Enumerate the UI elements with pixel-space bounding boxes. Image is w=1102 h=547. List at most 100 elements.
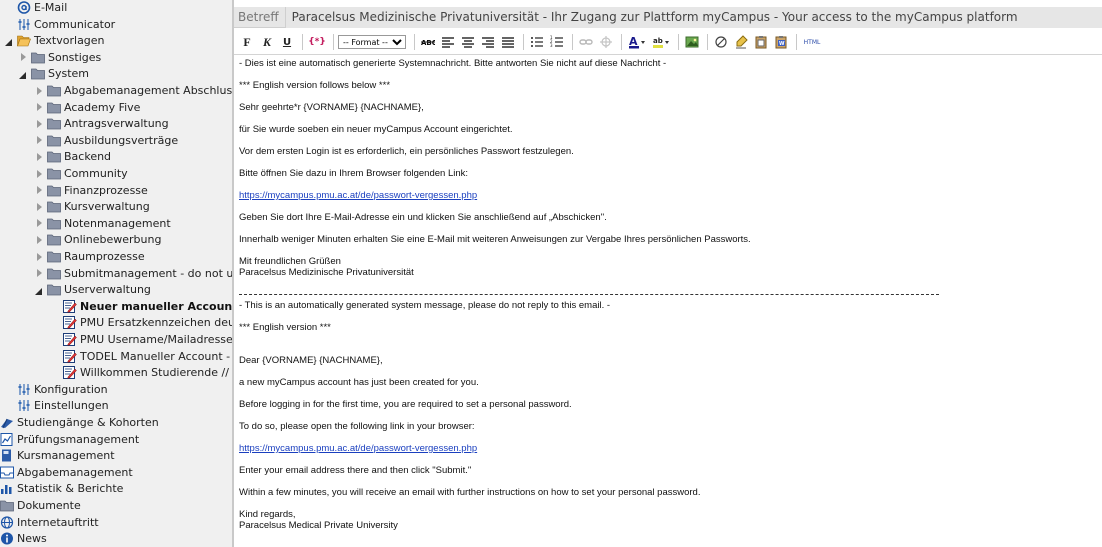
subject-input[interactable] [285, 6, 1102, 28]
sidebar-item[interactable]: Communicator [4, 16, 115, 33]
expand-toggle-icon[interactable] [34, 102, 44, 112]
sidebar-item[interactable]: PMU Username/Mailadresse v [50, 331, 233, 348]
sidebar-item[interactable]: Submitmanagement - do not use [34, 265, 233, 282]
sidebar-item-label: Kursverwaltung [64, 200, 150, 214]
expand-toggle-icon[interactable] [34, 252, 44, 262]
sidebar-item[interactable]: TODEL Manueller Account - m [50, 348, 233, 365]
sidebar-item[interactable]: Community [34, 165, 128, 182]
password-reset-link-de[interactable]: https://mycampus.pmu.ac.at/de/passwort-v… [239, 190, 477, 201]
expand-toggle-icon[interactable] [34, 268, 44, 278]
insert-image-icon[interactable] [683, 33, 701, 51]
sidebar-item[interactable]: Userverwaltung [34, 281, 151, 298]
sidebar-item[interactable]: System [18, 65, 89, 82]
align-left-icon[interactable] [439, 33, 457, 51]
svg-text:3: 3 [550, 43, 553, 48]
align-right-icon[interactable] [479, 33, 497, 51]
collapse-toggle-icon[interactable] [34, 285, 44, 295]
strikethrough-icon[interactable]: ABC [419, 33, 437, 51]
folder-open-icon [17, 34, 31, 47]
sidebar-item[interactable]: Internetauftritt [0, 514, 99, 531]
html-source-button[interactable]: HTML [801, 33, 823, 51]
at-icon [17, 1, 31, 14]
editor-line: *** English version follows below *** [239, 80, 391, 91]
folder-icon [47, 167, 61, 180]
collapse-toggle-icon[interactable] [4, 36, 14, 46]
paste-word-icon[interactable]: W [772, 33, 790, 51]
format-select[interactable]: -- Format -- [338, 35, 406, 49]
sidebar-item[interactable]: Notenmanagement [34, 215, 171, 232]
sidebar-item[interactable]: Abgabemanagement Abschlussar [34, 82, 233, 99]
sidebar-item[interactable]: News [0, 530, 47, 547]
toolbar-separator [796, 34, 797, 50]
sidebar-item[interactable]: Willkommen Studierende // W [50, 364, 233, 381]
sidebar-item[interactable]: Dokumente [0, 497, 81, 514]
sidebar-item[interactable]: Einstellungen [4, 397, 109, 414]
align-center-icon[interactable] [459, 33, 477, 51]
editor-line: Paracelsus Medizinische Privatuniversitä… [239, 267, 414, 278]
sidebar-item[interactable]: Abgabemanagement [0, 464, 133, 481]
sidebar-item[interactable]: Academy Five [34, 99, 140, 116]
italic-button[interactable]: K [258, 33, 276, 51]
edit-template-icon [63, 333, 77, 346]
sidebar-item[interactable]: Raumprozesse [34, 248, 145, 265]
placeholder-button[interactable]: {*} [307, 33, 327, 51]
link-icon[interactable] [577, 33, 595, 51]
sidebar-item-label: Einstellungen [34, 399, 109, 413]
expand-toggle-icon[interactable] [34, 218, 44, 228]
sidebar-item[interactable]: Kursverwaltung [34, 198, 150, 215]
sidebar-item[interactable]: Studiengänge & Kohorten [0, 414, 159, 431]
collapse-toggle-icon[interactable] [18, 69, 28, 79]
expand-toggle-icon[interactable] [18, 52, 28, 62]
sidebar-item-label: Ausbildungsverträge [64, 133, 179, 147]
password-reset-link-en[interactable]: https://mycampus.pmu.ac.at/de/passwort-v… [239, 443, 477, 454]
sliders-icon [17, 399, 31, 412]
bold-button[interactable]: F [238, 33, 256, 51]
numbered-list-icon[interactable]: 123 [548, 33, 566, 51]
cleanup-icon[interactable] [732, 33, 750, 51]
sidebar-item[interactable]: Konfiguration [4, 381, 108, 398]
expand-toggle-icon[interactable] [34, 202, 44, 212]
font-color-icon[interactable]: A [626, 33, 648, 51]
expand-toggle-icon[interactable] [34, 119, 44, 129]
editor-line: To do so, please open the following link… [239, 421, 475, 432]
editor-line: Kind regards, [239, 509, 296, 520]
sidebar-item[interactable]: Backend [34, 148, 111, 165]
sidebar-item-label: Konfiguration [34, 382, 108, 396]
paste-text-icon[interactable] [752, 33, 770, 51]
remove-format-icon[interactable] [712, 33, 730, 51]
sidebar-item[interactable]: Neuer manueller Account [50, 298, 233, 315]
sidebar-item[interactable]: Statistik & Berichte [0, 480, 123, 497]
sliders-icon [17, 18, 31, 31]
expand-toggle-icon[interactable] [34, 86, 44, 96]
editor-line: a new myCampus account has just been cre… [239, 377, 479, 388]
editor-line: für Sie wurde soeben ein neuer myCampus … [239, 124, 513, 135]
unlink-icon[interactable] [597, 33, 615, 51]
underline-button[interactable]: U [278, 33, 296, 51]
expand-toggle-icon[interactable] [34, 235, 44, 245]
expand-toggle-icon[interactable] [34, 169, 44, 179]
editor-line: Bitte öffnen Sie dazu in Ihrem Browser f… [239, 168, 469, 179]
sidebar-item[interactable]: Sonstiges [18, 49, 101, 66]
sidebar-item[interactable]: Ausbildungsverträge [34, 132, 178, 149]
navigation-sidebar: E-Mail Communicator Textvorlagen Sonstiges S… [0, 0, 233, 547]
sidebar-item[interactable]: Finanzprozesse [34, 182, 148, 199]
expand-toggle-icon[interactable] [34, 135, 44, 145]
sidebar-item[interactable]: Textvorlagen [4, 32, 105, 49]
folder-icon [47, 84, 61, 97]
expand-toggle-icon[interactable] [34, 185, 44, 195]
sidebar-item[interactable]: Prüfungsmanagement [0, 431, 139, 448]
sidebar-item[interactable]: Onlinebewerbung [34, 231, 161, 248]
align-justify-icon[interactable] [499, 33, 517, 51]
sidebar-item[interactable]: E-Mail [4, 0, 67, 16]
sidebar-item[interactable]: Kursmanagement [0, 447, 115, 464]
highlight-color-icon[interactable]: ab [650, 33, 672, 51]
bullet-list-icon[interactable] [528, 33, 546, 51]
sidebar-item[interactable]: Antragsverwaltung [34, 115, 169, 132]
toolbar-separator [621, 34, 622, 50]
sidebar-item[interactable]: PMU Ersatzkennzeichen deuts [50, 314, 233, 331]
expand-toggle-icon[interactable] [34, 152, 44, 162]
message-body-editor[interactable]: - Dies ist eine automatisch generierte S… [234, 54, 1102, 547]
language-divider [239, 294, 939, 295]
